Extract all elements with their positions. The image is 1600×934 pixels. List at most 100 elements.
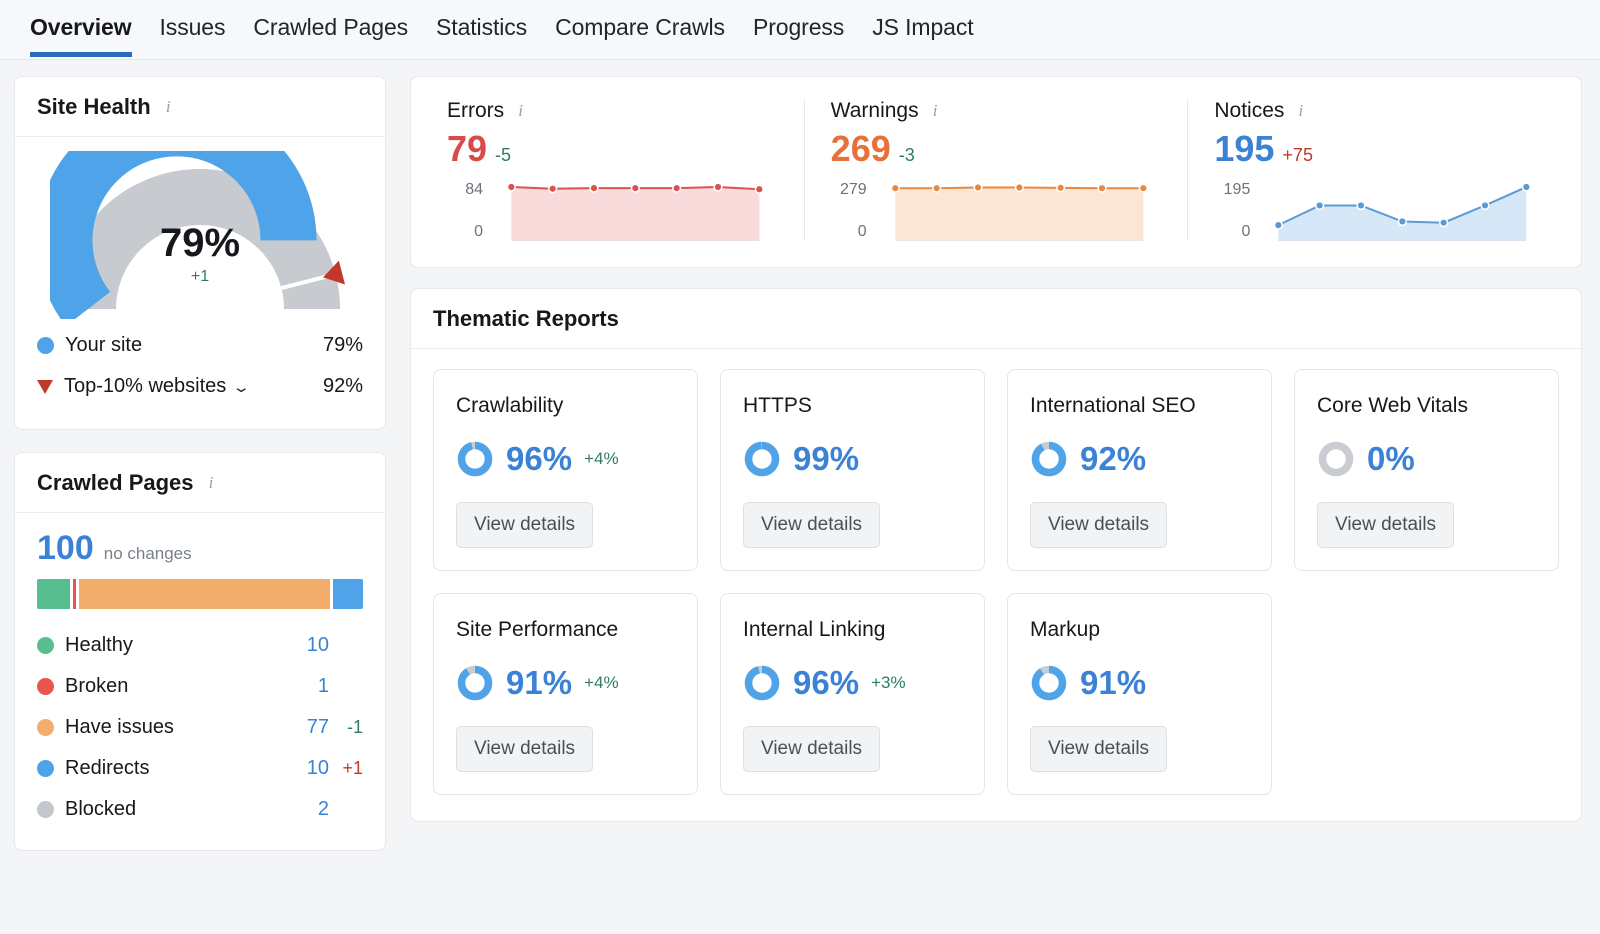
view-details-button[interactable]: View details bbox=[1030, 502, 1167, 548]
thematic-report-percent: 91% bbox=[1080, 666, 1146, 699]
sparkline-point[interactable] bbox=[1400, 218, 1406, 224]
site-health-title: Site Health bbox=[37, 94, 151, 120]
stat-notices[interactable]: Noticesi195+751950 bbox=[1187, 99, 1571, 241]
sparkline-point[interactable] bbox=[508, 183, 514, 189]
tab-crawled-pages[interactable]: Crawled Pages bbox=[239, 0, 422, 57]
sparkline-point[interactable] bbox=[892, 185, 898, 191]
sparkline-point[interactable] bbox=[1358, 202, 1364, 208]
thematic-report-score-row: 0% bbox=[1317, 440, 1536, 478]
sparkline-point[interactable] bbox=[1317, 202, 1323, 208]
main-tab-bar: OverviewIssuesCrawled PagesStatisticsCom… bbox=[0, 0, 1600, 60]
view-details-button[interactable]: View details bbox=[456, 726, 593, 772]
sparkline-point[interactable] bbox=[550, 185, 556, 191]
crawled-pages-legend-count: 2 bbox=[295, 798, 329, 821]
stat-warnings[interactable]: Warningsi269-32790 bbox=[804, 99, 1188, 241]
sparkline-point[interactable] bbox=[756, 186, 762, 192]
thematic-report-card[interactable]: Crawlability96%+4%View details bbox=[433, 369, 698, 571]
sparkline-point[interactable] bbox=[1441, 219, 1447, 225]
left-column: Site Health i 79% bbox=[14, 76, 386, 934]
tab-progress[interactable]: Progress bbox=[739, 0, 858, 57]
thematic-report-percent: 99% bbox=[793, 442, 859, 475]
crawled-pages-legend: Healthy10Broken1Have issues77-1Redirects… bbox=[37, 625, 363, 830]
legend-color-dot bbox=[37, 760, 54, 777]
crawled-pages-legend-row[interactable]: Redirects10+1 bbox=[37, 748, 363, 789]
sparkline-point[interactable] bbox=[1016, 184, 1022, 190]
thematic-report-score-row: 96%+3% bbox=[743, 664, 962, 702]
info-icon[interactable]: i bbox=[1293, 102, 1308, 120]
benchmark-selector[interactable]: Top-10% websites⌄ bbox=[64, 375, 323, 398]
crawled-pages-total-row: 100 no changes bbox=[37, 531, 363, 565]
thematic-reports-body: Crawlability96%+4%View detailsHTTPS99%Vi… bbox=[411, 349, 1581, 821]
crawled-pages-stacked-bar bbox=[37, 579, 363, 609]
sparkline-point[interactable] bbox=[632, 185, 638, 191]
chevron-down-icon[interactable]: ⌄ bbox=[232, 378, 251, 396]
crawled-pages-legend-count: 1 bbox=[295, 675, 329, 698]
sparkline-axis: 279 0 bbox=[831, 181, 877, 241]
sparkline-point[interactable] bbox=[933, 185, 939, 191]
view-details-button[interactable]: View details bbox=[1317, 502, 1454, 548]
sparkline-axis-min: 0 bbox=[831, 223, 867, 241]
crawled-pages-legend-row[interactable]: Broken1 bbox=[37, 666, 363, 707]
crawled-pages-legend-row[interactable]: Have issues77-1 bbox=[37, 707, 363, 748]
stat-header: Noticesi bbox=[1214, 99, 1545, 123]
view-details-button[interactable]: View details bbox=[743, 502, 880, 548]
thematic-reports-title: Thematic Reports bbox=[433, 306, 619, 332]
sparkline-point[interactable] bbox=[1276, 222, 1282, 228]
crawled-pages-bar-segment bbox=[37, 579, 70, 609]
sparkline-axis: 840 bbox=[447, 181, 493, 241]
thematic-report-card[interactable]: HTTPS99%View details bbox=[720, 369, 985, 571]
sparkline-point[interactable] bbox=[1099, 185, 1105, 191]
info-icon[interactable]: i bbox=[928, 102, 943, 120]
crawled-pages-legend-row[interactable]: Healthy10 bbox=[37, 625, 363, 666]
progress-ring-icon bbox=[1030, 664, 1068, 702]
crawled-pages-legend-count: 10 bbox=[295, 634, 329, 657]
thematic-report-card[interactable]: Core Web Vitals0%View details bbox=[1294, 369, 1559, 571]
stat-value: 269 bbox=[831, 129, 891, 169]
view-details-button[interactable]: View details bbox=[456, 502, 593, 548]
sparkline-point[interactable] bbox=[674, 185, 680, 191]
site-health-gauge: 79% +1 bbox=[50, 151, 350, 319]
site-health-legend-label: Your site bbox=[65, 334, 323, 357]
stat-delta: +75 bbox=[1282, 145, 1313, 166]
thematic-report-card[interactable]: Site Performance91%+4%View details bbox=[433, 593, 698, 795]
sparkline-point[interactable] bbox=[1482, 202, 1488, 208]
sparkline-axis: 1950 bbox=[1214, 181, 1260, 241]
thematic-report-name: Internal Linking bbox=[743, 618, 962, 642]
stat-sparkline: 279 0 bbox=[831, 181, 1162, 241]
view-details-button[interactable]: View details bbox=[743, 726, 880, 772]
sparkline-point[interactable] bbox=[1140, 185, 1146, 191]
thematic-report-card[interactable]: Internal Linking 96%+3% View details bbox=[720, 593, 985, 795]
stat-errors[interactable]: Errorsi79-5840 bbox=[421, 99, 804, 241]
info-icon[interactable]: i bbox=[513, 102, 528, 120]
info-icon[interactable]: i bbox=[204, 474, 219, 492]
sparkline-area bbox=[895, 187, 1143, 240]
progress-ring-value bbox=[749, 445, 776, 472]
progress-ring-value bbox=[462, 669, 489, 696]
sparkline-point[interactable] bbox=[1057, 184, 1063, 190]
sparkline-point[interactable] bbox=[975, 184, 981, 190]
sparkline-point[interactable] bbox=[1524, 183, 1530, 189]
sparkline-axis-max: 279 bbox=[831, 181, 867, 199]
view-details-button[interactable]: View details bbox=[1030, 726, 1167, 772]
tab-overview[interactable]: Overview bbox=[16, 0, 146, 57]
sparkline-point[interactable] bbox=[715, 183, 721, 189]
tab-issues[interactable]: Issues bbox=[146, 0, 240, 57]
thematic-report-score-row: 91%+4% bbox=[456, 664, 675, 702]
tab-js-impact[interactable]: JS Impact bbox=[858, 0, 987, 57]
gauge-center-label: 79% +1 bbox=[50, 223, 350, 286]
thematic-report-card[interactable]: International SEO92%View details bbox=[1007, 369, 1272, 571]
stat-header: Errorsi bbox=[447, 99, 778, 123]
crawled-pages-legend-row[interactable]: Blocked2 bbox=[37, 789, 363, 830]
tab-compare-crawls[interactable]: Compare Crawls bbox=[541, 0, 739, 57]
crawled-pages-legend-label: Have issues bbox=[65, 716, 295, 739]
crawled-pages-legend-label: Redirects bbox=[65, 757, 295, 780]
tab-statistics[interactable]: Statistics bbox=[422, 0, 541, 57]
info-icon[interactable]: i bbox=[161, 98, 176, 116]
thematic-report-percent: 92% bbox=[1080, 442, 1146, 475]
site-health-gauge-wrap: 79% +1 bbox=[15, 137, 385, 319]
thematic-report-card[interactable]: Markup91%View details bbox=[1007, 593, 1272, 795]
triangle-down-icon bbox=[37, 380, 53, 394]
thematic-reports-grid: Crawlability96%+4%View detailsHTTPS99%Vi… bbox=[433, 369, 1559, 795]
sparkline-axis-min: 0 bbox=[447, 223, 483, 241]
sparkline-point[interactable] bbox=[591, 185, 597, 191]
